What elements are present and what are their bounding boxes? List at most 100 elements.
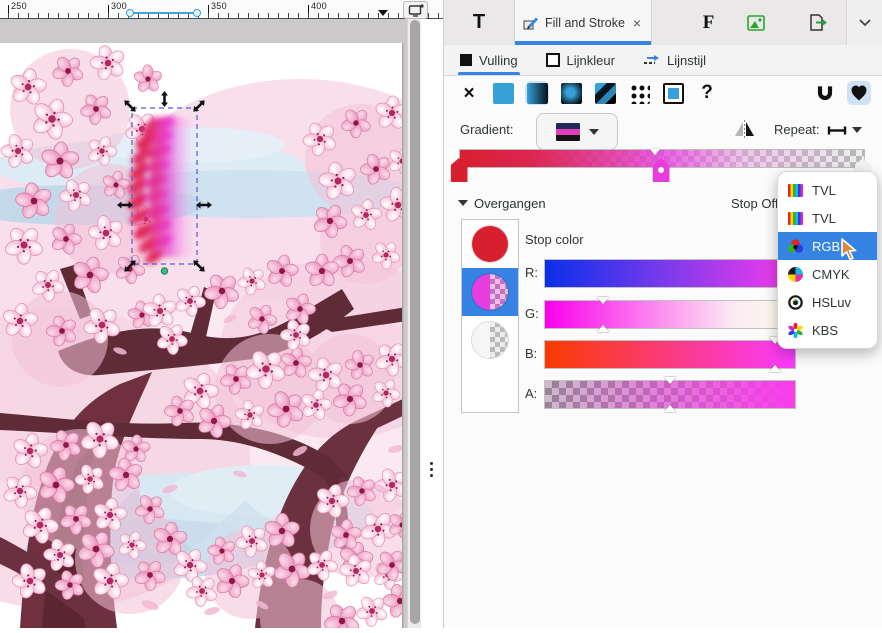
ruler-number: 250 xyxy=(11,1,27,11)
stop-item-magenta-selected[interactable] xyxy=(462,268,518,316)
selected-stop-notch xyxy=(650,149,660,155)
tab-stroke-paint-label: Lijnkleur xyxy=(566,52,615,68)
paint-flat-button[interactable] xyxy=(491,81,515,105)
repeat-mode-button[interactable] xyxy=(826,124,848,142)
stop-swatch-magenta xyxy=(471,273,509,311)
menu-item-label: TVL xyxy=(812,210,836,226)
sakura-artwork[interactable] xyxy=(0,41,407,628)
paint-unknown-button[interactable]: ? xyxy=(695,81,719,105)
menu-item-label: HSLuv xyxy=(812,294,852,310)
monitor-icon xyxy=(408,3,424,17)
swatch-icon xyxy=(662,82,684,104)
kbs-flower-icon xyxy=(788,322,803,338)
channel-label: A: xyxy=(525,386,538,401)
linear-gradient-icon xyxy=(526,82,548,104)
menu-item-label: CMYK xyxy=(812,266,850,282)
paint-linear-gradient-button[interactable] xyxy=(525,81,549,105)
mesh-gradient-icon xyxy=(594,82,616,104)
repeat-label: Repeat: xyxy=(774,122,820,137)
blue-slider[interactable] xyxy=(544,340,796,369)
stop-item-red[interactable] xyxy=(462,220,518,268)
ruler-number: 350 xyxy=(211,1,227,11)
hsl-rainbow-icon xyxy=(788,183,803,197)
snap-indicator xyxy=(160,267,169,275)
gradient-preview-icon xyxy=(555,122,580,141)
paint-radial-gradient-button[interactable] xyxy=(559,81,583,105)
tab-stroke-style[interactable]: Lijnstijl xyxy=(641,45,708,75)
menu-item-hsv[interactable]: TVL xyxy=(778,204,877,232)
stop-color-label: Stop color xyxy=(525,232,584,247)
gradient-label: Gradient: xyxy=(460,122,514,137)
gradient-stops-list[interactable] xyxy=(461,219,519,413)
menu-item-okhsl[interactable]: KBS xyxy=(778,316,877,344)
canvas-viewport[interactable] xyxy=(0,19,407,628)
menu-item-rgb[interactable]: RGB xyxy=(778,232,877,260)
tab-text[interactable]: T xyxy=(444,0,514,45)
fill-rule-nonzero-icon xyxy=(851,85,867,101)
no-paint-icon: × xyxy=(463,82,475,104)
menu-item-label: RGB xyxy=(812,238,841,254)
image-icon xyxy=(747,14,765,31)
channel-row-alpha: A: 50 − + xyxy=(525,378,878,412)
channel-label: R: xyxy=(525,265,538,280)
stroke-style-icon xyxy=(643,55,659,64)
channel-label: B: xyxy=(525,346,538,361)
display-settings-button[interactable] xyxy=(403,1,428,19)
export-icon xyxy=(810,14,827,31)
dock-tab-bar: T Fill and Stroke × F xyxy=(444,0,882,46)
green-slider[interactable] xyxy=(544,300,796,329)
tab-export[interactable] xyxy=(788,0,848,45)
fill-icon xyxy=(460,54,472,66)
dock-overflow-button[interactable] xyxy=(846,0,882,45)
paint-none-button[interactable]: × xyxy=(457,81,481,105)
chevron-down-icon[interactable] xyxy=(852,127,862,133)
tab-fill-and-stroke[interactable]: Fill and Stroke × xyxy=(514,0,652,45)
drawing-canvas[interactable] xyxy=(0,19,407,628)
menu-item-hsluv[interactable]: HSLuv xyxy=(778,288,877,316)
color-space-dropdown: TVL TVL RGB CMYK HSLuv KBS xyxy=(777,171,878,349)
pattern-icon xyxy=(628,82,650,104)
page-edge xyxy=(402,43,404,628)
reverse-gradient-button[interactable] xyxy=(734,120,756,143)
splitter-grip-icon[interactable] xyxy=(430,462,433,477)
tab-fill[interactable]: Vulling xyxy=(458,45,520,75)
ruler-cursor-marker xyxy=(378,10,388,16)
scrollbar-thumb[interactable] xyxy=(410,20,420,624)
paint-pattern-button[interactable] xyxy=(627,81,651,105)
flip-icon xyxy=(735,120,754,138)
ruler-number: 300 xyxy=(111,1,127,11)
paint-swatch-button[interactable] xyxy=(661,81,685,105)
rgb-icon xyxy=(788,239,803,253)
alpha-slider[interactable] xyxy=(544,380,796,409)
hsv-rainbow-icon xyxy=(788,211,803,225)
paint-mesh-gradient-button[interactable] xyxy=(593,81,617,105)
fill-rule-nonzero-button[interactable] xyxy=(847,81,871,105)
stop-swatch-red xyxy=(471,225,509,263)
menu-item-cmyk[interactable]: CMYK xyxy=(778,260,877,288)
horizontal-ruler[interactable]: 250 300 350 400 xyxy=(0,0,443,19)
hsluv-icon xyxy=(788,294,803,310)
panel-splitter[interactable] xyxy=(421,19,443,628)
red-slider[interactable] xyxy=(544,259,796,288)
fill-stroke-subtabs: Vulling Lijnkleur Lijnstijl xyxy=(444,45,882,76)
close-icon[interactable]: × xyxy=(633,15,641,31)
paint-mode-row: × ? xyxy=(444,78,882,108)
chevron-down-icon xyxy=(588,128,599,135)
ruler-selection-span xyxy=(126,9,201,17)
chevron-down-icon xyxy=(859,19,871,27)
radial-gradient-icon xyxy=(560,82,582,104)
fill-rule-evenodd-icon xyxy=(817,86,833,101)
vertical-scrollbar[interactable] xyxy=(407,19,422,628)
tab-image[interactable] xyxy=(726,0,786,45)
collapse-triangle-icon[interactable] xyxy=(458,200,468,206)
gradient-select-button[interactable] xyxy=(536,113,618,150)
tab-stroke-style-label: Lijnstijl xyxy=(666,52,706,68)
stop-offset-label: Stop Offs xyxy=(731,196,778,211)
stop-item-transparent[interactable] xyxy=(462,316,518,364)
menu-item-hsl[interactable]: TVL xyxy=(778,176,877,204)
fill-rule-evenodd-button[interactable] xyxy=(813,81,837,105)
tab-stroke-paint[interactable]: Lijnkleur xyxy=(544,45,617,75)
menu-item-label: TVL xyxy=(812,182,836,198)
flat-color-icon xyxy=(492,82,514,104)
tab-fill-label: Vulling xyxy=(479,52,518,68)
